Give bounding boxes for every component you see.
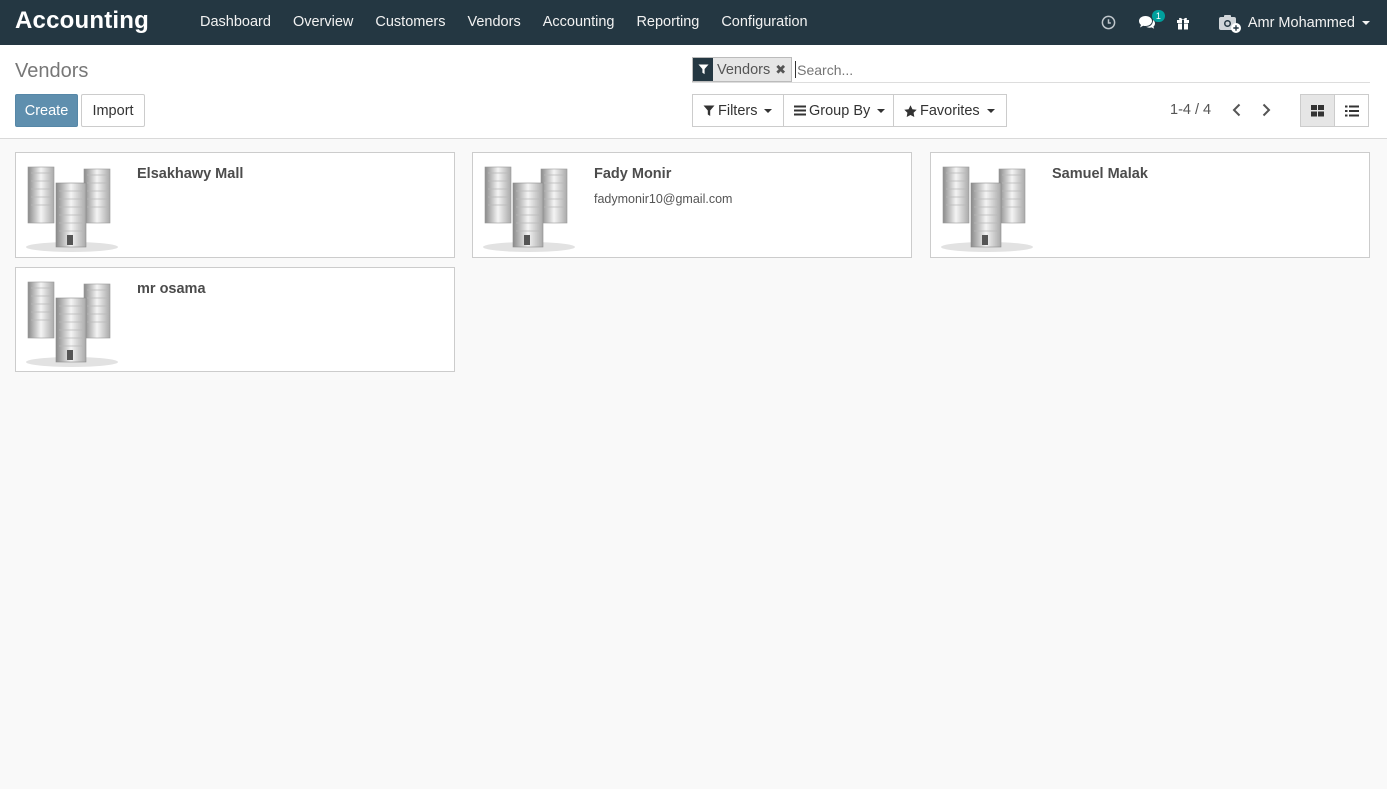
close-icon[interactable]: ✖ [775, 62, 786, 78]
user-name: Amr Mohammed [1247, 14, 1355, 31]
company-buildings-icon [941, 166, 1033, 252]
pager-next-icon[interactable] [1258, 101, 1274, 119]
facet-label: Vendors [717, 61, 771, 78]
import-button[interactable]: Import [81, 94, 145, 127]
main-menu: Dashboard Overview Customers Vendors Acc… [189, 0, 819, 45]
menu-item-accounting[interactable]: Accounting [532, 0, 626, 45]
filter-icon [703, 105, 715, 116]
app-title[interactable]: Accounting [15, 7, 149, 35]
messages-icon[interactable]: 1 [1132, 0, 1165, 45]
filters-button[interactable]: Filters [692, 94, 784, 127]
group-by-label: Group By [809, 102, 871, 119]
vendor-name: Samuel Malak [1052, 166, 1148, 182]
list-view-button[interactable] [1334, 94, 1369, 127]
top-navbar: Accounting Dashboard Overview Customers … [0, 0, 1387, 45]
bars-icon [794, 105, 806, 116]
gift-icon[interactable] [1168, 0, 1198, 45]
chevron-down-icon [1362, 20, 1370, 25]
breadcrumb: Vendors [15, 60, 89, 82]
filter-icon [693, 58, 713, 81]
create-button[interactable]: Create [15, 94, 78, 127]
menu-item-configuration[interactable]: Configuration [710, 0, 818, 45]
vendor-card[interactable]: Samuel Malak [930, 152, 1370, 258]
chevron-down-icon [877, 108, 886, 113]
vendor-email: fadymonir10@gmail.com [594, 192, 733, 206]
search-bar: Vendors ✖ [692, 57, 1370, 83]
vendor-name: Elsakhawy Mall [137, 166, 244, 182]
vendor-name: Fady Monir [594, 166, 672, 182]
company-buildings-icon [483, 166, 575, 252]
star-icon [904, 104, 917, 117]
filters-label: Filters [718, 102, 758, 119]
group-by-button[interactable]: Group By [783, 94, 894, 127]
messages-badge: 1 [1151, 10, 1165, 22]
user-avatar-icon [1218, 14, 1241, 33]
menu-item-customers[interactable]: Customers [364, 0, 456, 45]
menu-item-reporting[interactable]: Reporting [625, 0, 710, 45]
menu-item-vendors[interactable]: Vendors [456, 0, 531, 45]
chevron-down-icon [986, 108, 995, 113]
chevron-down-icon [764, 108, 773, 113]
systray: 1 Amr Mohammed [1094, 0, 1387, 45]
kanban-view-button[interactable] [1300, 94, 1335, 127]
control-panel: Vendors Create Import Vendors ✖ Filters … [0, 45, 1387, 139]
vendor-card[interactable]: Elsakhawy Mall [15, 152, 455, 258]
grid-icon [1311, 104, 1324, 116]
menu-item-overview[interactable]: Overview [282, 0, 364, 45]
vendor-card[interactable]: mr osama [15, 267, 455, 372]
company-buildings-icon [26, 166, 118, 252]
favorites-button[interactable]: Favorites [893, 94, 1007, 127]
search-facet-vendors: Vendors ✖ [692, 57, 793, 82]
search-input[interactable] [795, 61, 1196, 78]
company-buildings-icon [26, 281, 118, 367]
vendor-card[interactable]: Fady Monir fadymonir10@gmail.com [472, 152, 912, 258]
activity-clock-icon[interactable] [1094, 0, 1124, 45]
vendor-name: mr osama [137, 281, 206, 297]
user-menu[interactable]: Amr Mohammed [1218, 13, 1370, 33]
favorites-label: Favorites [920, 102, 980, 119]
pager-previous-icon[interactable] [1228, 101, 1244, 119]
pager-value[interactable]: 1-4 / 4 [1170, 102, 1211, 118]
list-icon [1344, 105, 1359, 116]
menu-item-dashboard[interactable]: Dashboard [189, 0, 282, 45]
